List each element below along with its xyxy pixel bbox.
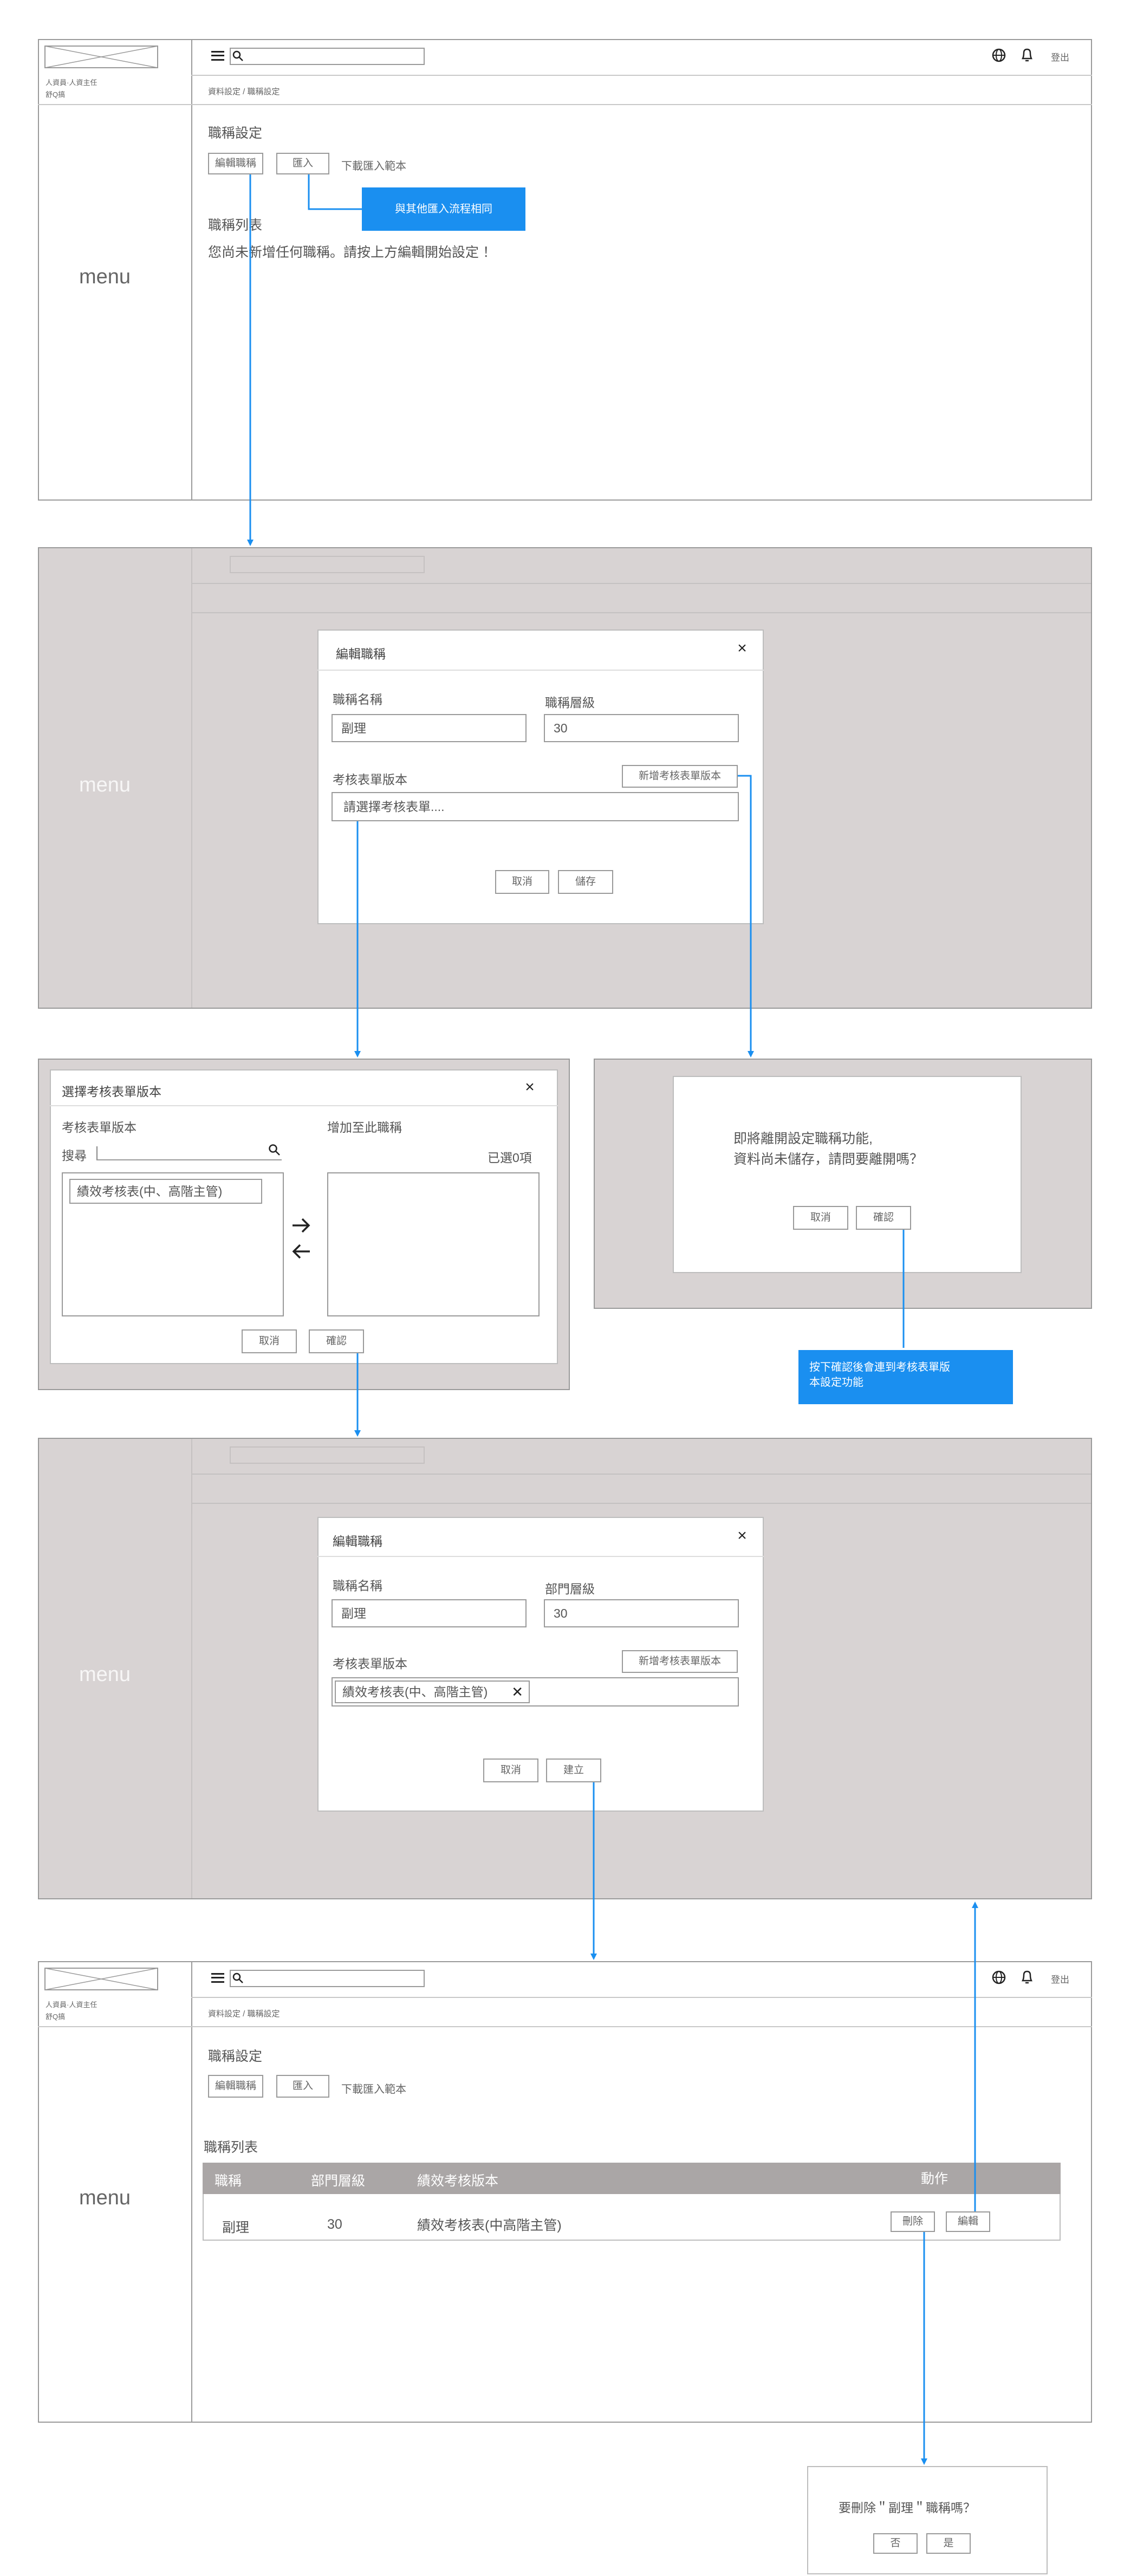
arrow-import-to-note [308,174,362,210]
flow-arrows [247,174,978,2465]
arrow-newform-to-leave [738,775,754,1057]
